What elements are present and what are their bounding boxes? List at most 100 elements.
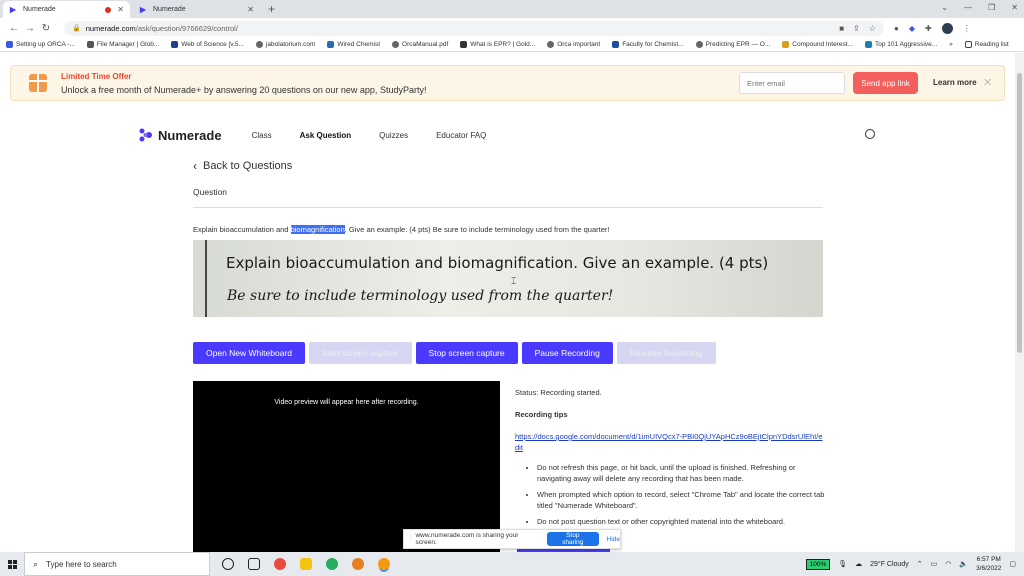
stop-screen-capture-button[interactable]: Stop screen capture — [415, 342, 518, 364]
camera-icon[interactable]: ■ — [839, 24, 844, 33]
bookmark-item[interactable]: Predicting EPR — O... — [695, 41, 770, 48]
notifications-icon[interactable]: ▢ — [1009, 560, 1016, 568]
tab-title: Numerade — [23, 6, 56, 13]
start-button[interactable] — [0, 552, 24, 576]
tab-title: Numerade — [153, 6, 186, 13]
hide-sharing-bar-button[interactable]: Hide — [607, 536, 620, 543]
bookmark-item[interactable]: Web of Science [v.5... — [171, 41, 244, 48]
cortana-icon[interactable] — [222, 558, 234, 570]
user-account-icon[interactable] — [865, 129, 875, 139]
volume-icon[interactable]: 🔈 — [959, 560, 968, 568]
drag-handle-icon[interactable]: ⦙ — [410, 535, 411, 543]
chrome-icon[interactable] — [352, 558, 364, 570]
status-text: Status: Recording started. — [515, 388, 602, 397]
question-text: Explain bioaccumulation and biomagnifica… — [193, 225, 610, 234]
app-icon[interactable] — [326, 558, 338, 570]
scrollbar-thumb[interactable] — [1017, 73, 1022, 353]
pause-recording-button[interactable]: Pause Recording — [521, 342, 613, 364]
question-image: Explain bioaccumulation and biomagnifica… — [193, 240, 823, 317]
taskbar-search[interactable]: ⌕ Type here to search — [24, 552, 210, 576]
nav-link-quizzes[interactable]: Quizzes — [379, 131, 408, 140]
chevron-up-icon[interactable]: ⌃ — [917, 560, 923, 568]
file-explorer-icon[interactable] — [300, 558, 312, 570]
network-icon[interactable]: ▭ — [931, 560, 938, 568]
extension-shield-icon[interactable]: ◆ — [909, 24, 915, 33]
stop-sharing-button[interactable]: Stop sharing — [546, 532, 599, 546]
numerade-favicon-icon — [9, 6, 17, 13]
weather-cloud-icon: ☁ — [855, 561, 863, 568]
page-scrollbar[interactable] — [1015, 53, 1024, 552]
weather-text[interactable]: 29°F Cloudy — [870, 561, 909, 568]
url-omnibox[interactable]: 🔒 numerade.com /ask/question/9766629/con… — [64, 20, 884, 36]
promo-message: Unlock a free month of Numerade+ by answ… — [61, 84, 427, 95]
url-path: /ask/question/9766629/control/ — [135, 23, 238, 33]
extension-icon[interactable]: ● — [894, 24, 899, 33]
task-view-icon[interactable] — [248, 558, 260, 570]
bookmark-item[interactable]: Setting up ORCA -... — [6, 41, 75, 48]
close-icon[interactable]: ✕ — [983, 76, 992, 89]
share-icon[interactable]: ⇪ — [853, 24, 860, 33]
nav-link-educator-faq[interactable]: Educator FAQ — [436, 131, 486, 140]
recording-controls: Open New Whiteboard Start screen capture… — [193, 342, 716, 364]
windows-taskbar: ⌕ Type here to search 100% 🎙 ☁ 29°F Clou… — [0, 552, 1024, 576]
video-preview-caption: Video preview will appear here after rec… — [274, 399, 419, 406]
bookmark-favicon-icon — [6, 41, 13, 48]
browser-tab-numerade-active[interactable]: Numerade ✕ — [3, 1, 130, 18]
recording-info-panel: Status: Recording started. Recording tip… — [515, 388, 825, 532]
bookmark-item[interactable]: What is EPR? | Gold... — [460, 41, 535, 48]
close-tab-icon[interactable]: ✕ — [247, 5, 254, 14]
system-tray: 100% 🎙 ☁ 29°F Cloudy ⌃ ▭ ◠ 🔈 6:57 PM 3/6… — [805, 555, 1024, 573]
numerade-favicon-icon — [139, 6, 147, 13]
taskbar-clock[interactable]: 6:57 PM 3/6/2022 — [976, 555, 1001, 573]
microphone-icon[interactable]: 🎙 — [838, 560, 847, 568]
close-tab-icon[interactable]: ✕ — [117, 5, 124, 14]
list-item: Do not refresh this page, or hit back, u… — [537, 462, 825, 484]
bookmark-item[interactable]: Compound Interest... — [782, 41, 853, 48]
promo-email-input[interactable] — [739, 72, 845, 94]
puzzle-icon[interactable]: ✚ — [925, 24, 932, 33]
back-arrow-icon[interactable]: ← — [6, 23, 22, 34]
close-window-icon[interactable]: ✕ — [1011, 3, 1018, 12]
bookmark-item[interactable]: jabolatorium.com — [255, 41, 315, 48]
bookmark-star-icon[interactable]: ☆ — [869, 24, 876, 33]
window-controls: ⌄ — ❐ ✕ — [941, 3, 1018, 12]
minimize-icon[interactable]: — — [964, 3, 972, 12]
wifi-icon[interactable]: ◠ — [945, 560, 951, 568]
learn-more-link[interactable]: Learn more — [933, 78, 977, 87]
bookmark-item[interactable]: Faculty for Chemist... — [612, 41, 684, 48]
tips-list: Do not refresh this page, or hit back, u… — [515, 462, 825, 527]
bookmark-favicon-icon — [327, 41, 335, 48]
chrome-active-icon[interactable] — [378, 558, 390, 570]
lock-icon: 🔒 — [72, 25, 81, 32]
battery-indicator[interactable]: 100% — [805, 558, 831, 570]
bookmark-favicon-icon — [460, 41, 468, 48]
reading-list-button[interactable]: Reading list — [964, 41, 1009, 48]
bookmark-item[interactable]: Top 101 Aggressive... — [864, 41, 937, 48]
bookmark-item[interactable]: Wired Chemist — [327, 41, 380, 48]
chevron-down-icon[interactable]: ⌄ — [941, 3, 948, 12]
menu-dots-icon[interactable]: ⋮ — [963, 24, 971, 33]
chrome-alt-icon[interactable] — [274, 558, 286, 570]
profile-avatar[interactable] — [941, 22, 953, 34]
chevron-left-icon: ‹ — [193, 159, 197, 173]
bookmark-item[interactable]: Orca important — [547, 41, 600, 48]
send-app-link-button[interactable]: Send app link — [853, 72, 918, 94]
open-new-whiteboard-button[interactable]: Open New Whiteboard — [193, 342, 305, 364]
reload-icon[interactable]: ↻ — [38, 23, 54, 34]
back-to-questions-link[interactable]: ‹ Back to Questions — [193, 159, 292, 173]
nav-link-class[interactable]: Class — [252, 131, 272, 140]
recording-tips-heading: Recording tips — [515, 410, 568, 419]
recording-tips-link[interactable]: https://docs.google.com/document/d/1imUI… — [515, 431, 825, 453]
nav-link-ask-question[interactable]: Ask Question — [300, 131, 352, 140]
text-cursor-icon: ⌶ — [511, 276, 517, 286]
more-bookmarks-icon[interactable]: » — [949, 41, 953, 48]
numerade-logo[interactable]: Numerade — [139, 128, 222, 143]
new-tab-icon[interactable]: + — [268, 2, 275, 16]
restore-icon[interactable]: ❐ — [988, 3, 995, 12]
clock-date: 3/6/2022 — [976, 565, 1002, 572]
bookmark-item[interactable]: File Manager | Glob... — [86, 41, 159, 48]
browser-tab-numerade[interactable]: Numerade ✕ — [133, 1, 260, 18]
page-content: Limited Time Offer Unlock a free month o… — [0, 53, 1015, 552]
forward-arrow-icon[interactable]: → — [22, 23, 38, 34]
bookmark-item[interactable]: OrcaManual.pdf — [392, 41, 448, 48]
